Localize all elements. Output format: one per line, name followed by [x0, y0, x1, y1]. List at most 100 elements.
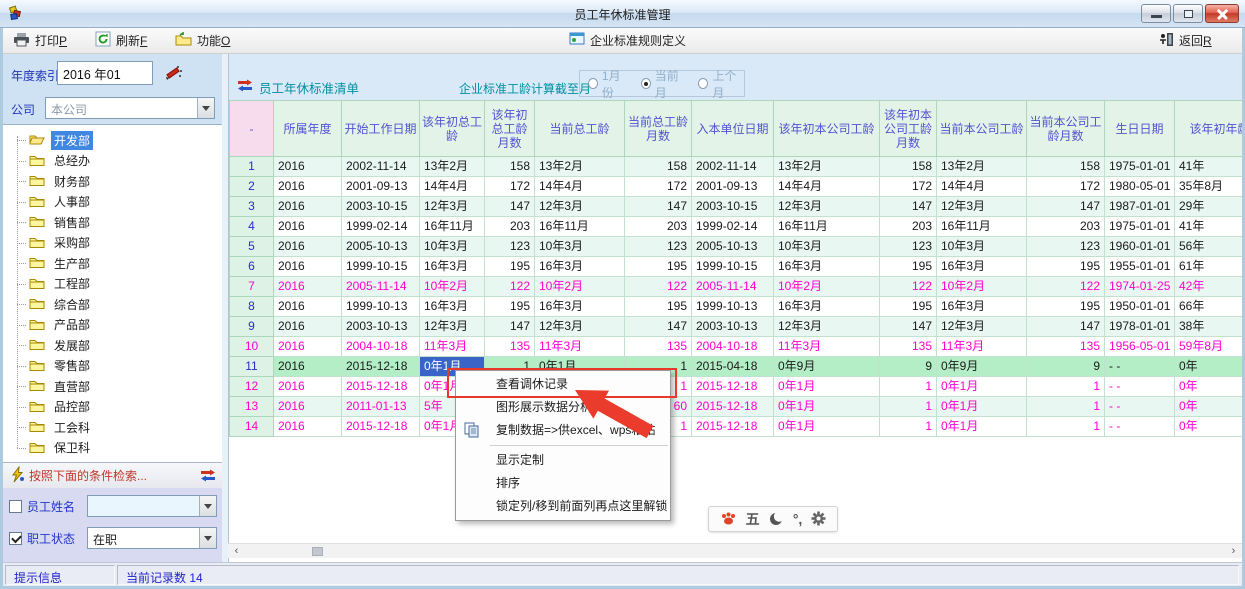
column-header-当前本公司工龄[interactable]: 当前本公司工龄 [937, 101, 1027, 157]
filter-dropdown[interactable] [87, 495, 217, 517]
column-header-该年初年龄[interactable]: 该年初年龄 [1175, 101, 1244, 157]
tree-item-直营部[interactable]: 直营部 [3, 376, 222, 397]
cell-该年初本公司工龄月数[interactable]: 123 [880, 237, 937, 257]
cell-该年初总工龄[interactable]: 13年2月 [420, 157, 485, 177]
cell-当前本公司工龄[interactable]: 0年9月 [937, 357, 1027, 377]
horizontal-scrollbar[interactable]: ‹ › [228, 543, 1242, 558]
cell-该年初总工龄月数[interactable]: 135 [485, 337, 535, 357]
cell-开始工作日期[interactable]: 2005-10-13 [342, 237, 420, 257]
cell-当前本公司工龄月数[interactable]: 172 [1027, 177, 1105, 197]
cell-入本单位日期[interactable]: 1999-02-14 [692, 217, 774, 237]
close-button[interactable] [1205, 4, 1239, 23]
minimize-button[interactable] [1141, 4, 1171, 23]
cell-当前总工龄[interactable]: 10年3月 [535, 237, 625, 257]
column-header-该年初总工龄月数[interactable]: 该年初总工龄月数 [485, 101, 535, 157]
cell-所属年度[interactable]: 2016 [274, 217, 342, 237]
column-header-该年初本公司工龄[interactable]: 该年初本公司工龄 [774, 101, 880, 157]
cell-开始工作日期[interactable]: 2005-11-14 [342, 277, 420, 297]
tree-item-财务部[interactable]: 财务部 [3, 171, 222, 192]
cell-该年初总工龄[interactable]: 12年3月 [420, 197, 485, 217]
cell-该年初年龄[interactable]: 42年 [1175, 277, 1244, 297]
tree-item-人事部[interactable]: 人事部 [3, 192, 222, 213]
cell-该年初本公司工龄[interactable]: 16年11月 [774, 217, 880, 237]
tree-item-工程部[interactable]: 工程部 [3, 274, 222, 295]
cell-所属年度[interactable]: 2016 [274, 337, 342, 357]
cell-当前本公司工龄[interactable]: 0年1月 [937, 397, 1027, 417]
cell-该年初年龄[interactable]: 66年 [1175, 297, 1244, 317]
cell-所属年度[interactable]: 2016 [274, 157, 342, 177]
cell-入本单位日期[interactable]: 2003-10-13 [692, 317, 774, 337]
filter-checkbox[interactable] [9, 532, 22, 545]
cell-该年初年龄[interactable]: 41年 [1175, 217, 1244, 237]
cell-生日日期[interactable]: - - [1105, 377, 1175, 397]
cell-该年初总工龄[interactable]: 11年3月 [420, 337, 485, 357]
row-number-cell[interactable]: 10 [230, 337, 274, 357]
cell-当前本公司工龄月数[interactable]: 203 [1027, 217, 1105, 237]
row-number-cell[interactable]: 12 [230, 377, 274, 397]
swap-arrows-icon[interactable] [237, 79, 253, 95]
radio-option-1月份[interactable]: 1月份 [588, 67, 629, 101]
cell-所属年度[interactable]: 2016 [274, 397, 342, 417]
row-number-cell[interactable]: 8 [230, 297, 274, 317]
row-number-cell[interactable]: 2 [230, 177, 274, 197]
tree-item-发展部[interactable]: 发展部 [3, 335, 222, 356]
cell-入本单位日期[interactable]: 2004-10-18 [692, 337, 774, 357]
cell-该年初总工龄月数[interactable]: 123 [485, 237, 535, 257]
cell-开始工作日期[interactable]: 2015-12-18 [342, 357, 420, 377]
cell-入本单位日期[interactable]: 2001-09-13 [692, 177, 774, 197]
cell-入本单位日期[interactable]: 2015-12-18 [692, 377, 774, 397]
cell-该年初本公司工龄[interactable]: 16年3月 [774, 297, 880, 317]
cell-该年初年龄[interactable]: 0年 [1175, 417, 1244, 437]
cell-该年初年龄[interactable]: 61年 [1175, 257, 1244, 277]
cell-开始工作日期[interactable]: 2003-10-13 [342, 317, 420, 337]
cell-该年初总工龄[interactable]: 10年2月 [420, 277, 485, 297]
column-header-入本单位日期[interactable]: 入本单位日期 [692, 101, 774, 157]
column-header-当前本公司工龄月数[interactable]: 当前本公司工龄月数 [1027, 101, 1105, 157]
swap-arrows-icon[interactable] [200, 469, 216, 485]
cell-当前总工龄月数[interactable]: 172 [625, 177, 692, 197]
cell-生日日期[interactable]: 1975-01-01 [1105, 157, 1175, 177]
cell-该年初总工龄[interactable]: 12年3月 [420, 317, 485, 337]
menu-item-排序[interactable]: 排序 [456, 472, 670, 495]
cell-该年初本公司工龄月数[interactable]: 9 [880, 357, 937, 377]
cell-当前总工龄月数[interactable]: 147 [625, 197, 692, 217]
column-header-生日日期[interactable]: 生日日期 [1105, 101, 1175, 157]
column-header-该年初总工龄[interactable]: 该年初总工龄 [420, 101, 485, 157]
cell-该年初总工龄月数[interactable]: 147 [485, 317, 535, 337]
cell-当前本公司工龄月数[interactable]: 9 [1027, 357, 1105, 377]
filter-checkbox[interactable] [9, 500, 22, 513]
cell-开始工作日期[interactable]: 1999-02-14 [342, 217, 420, 237]
cell-当前本公司工龄[interactable]: 16年3月 [937, 257, 1027, 277]
chevron-down-icon[interactable] [197, 98, 214, 118]
cell-当前本公司工龄月数[interactable]: 195 [1027, 257, 1105, 277]
scroll-left-icon[interactable]: ‹ [230, 545, 243, 558]
cell-当前总工龄[interactable]: 12年3月 [535, 197, 625, 217]
cell-当前本公司工龄[interactable]: 0年1月 [937, 377, 1027, 397]
row-number-cell[interactable]: 3 [230, 197, 274, 217]
restore-button[interactable] [1173, 4, 1203, 23]
cell-生日日期[interactable]: 1975-01-01 [1105, 217, 1175, 237]
cell-该年初本公司工龄月数[interactable]: 135 [880, 337, 937, 357]
cell-当前本公司工龄[interactable]: 12年3月 [937, 317, 1027, 337]
cell-所属年度[interactable]: 2016 [274, 277, 342, 297]
cell-所属年度[interactable]: 2016 [274, 317, 342, 337]
cell-该年初本公司工龄月数[interactable]: 147 [880, 197, 937, 217]
row-number-cell[interactable]: 5 [230, 237, 274, 257]
cell-当前本公司工龄月数[interactable]: 195 [1027, 297, 1105, 317]
cell-该年初本公司工龄月数[interactable]: 147 [880, 317, 937, 337]
radio-option-上个月[interactable]: 上个月 [698, 67, 744, 101]
cell-生日日期[interactable]: 1980-05-01 [1105, 177, 1175, 197]
cell-当前本公司工龄[interactable]: 14年4月 [937, 177, 1027, 197]
cell-当前本公司工龄[interactable]: 10年2月 [937, 277, 1027, 297]
tree-item-保卫科[interactable]: 保卫科 [3, 438, 222, 459]
cell-所属年度[interactable]: 2016 [274, 197, 342, 217]
cell-该年初本公司工龄[interactable]: 0年1月 [774, 377, 880, 397]
column-header-当前总工龄月数[interactable]: 当前总工龄月数 [625, 101, 692, 157]
cell-开始工作日期[interactable]: 2015-12-18 [342, 417, 420, 437]
column-header-开始工作日期[interactable]: 开始工作日期 [342, 101, 420, 157]
cell-当前本公司工龄月数[interactable]: 123 [1027, 237, 1105, 257]
row-number-cell[interactable]: 11 [230, 357, 274, 377]
cell-该年初总工龄[interactable]: 16年3月 [420, 257, 485, 277]
ime-text-item[interactable]: °, [793, 512, 803, 526]
column-header-所属年度[interactable]: 所属年度 [274, 101, 342, 157]
